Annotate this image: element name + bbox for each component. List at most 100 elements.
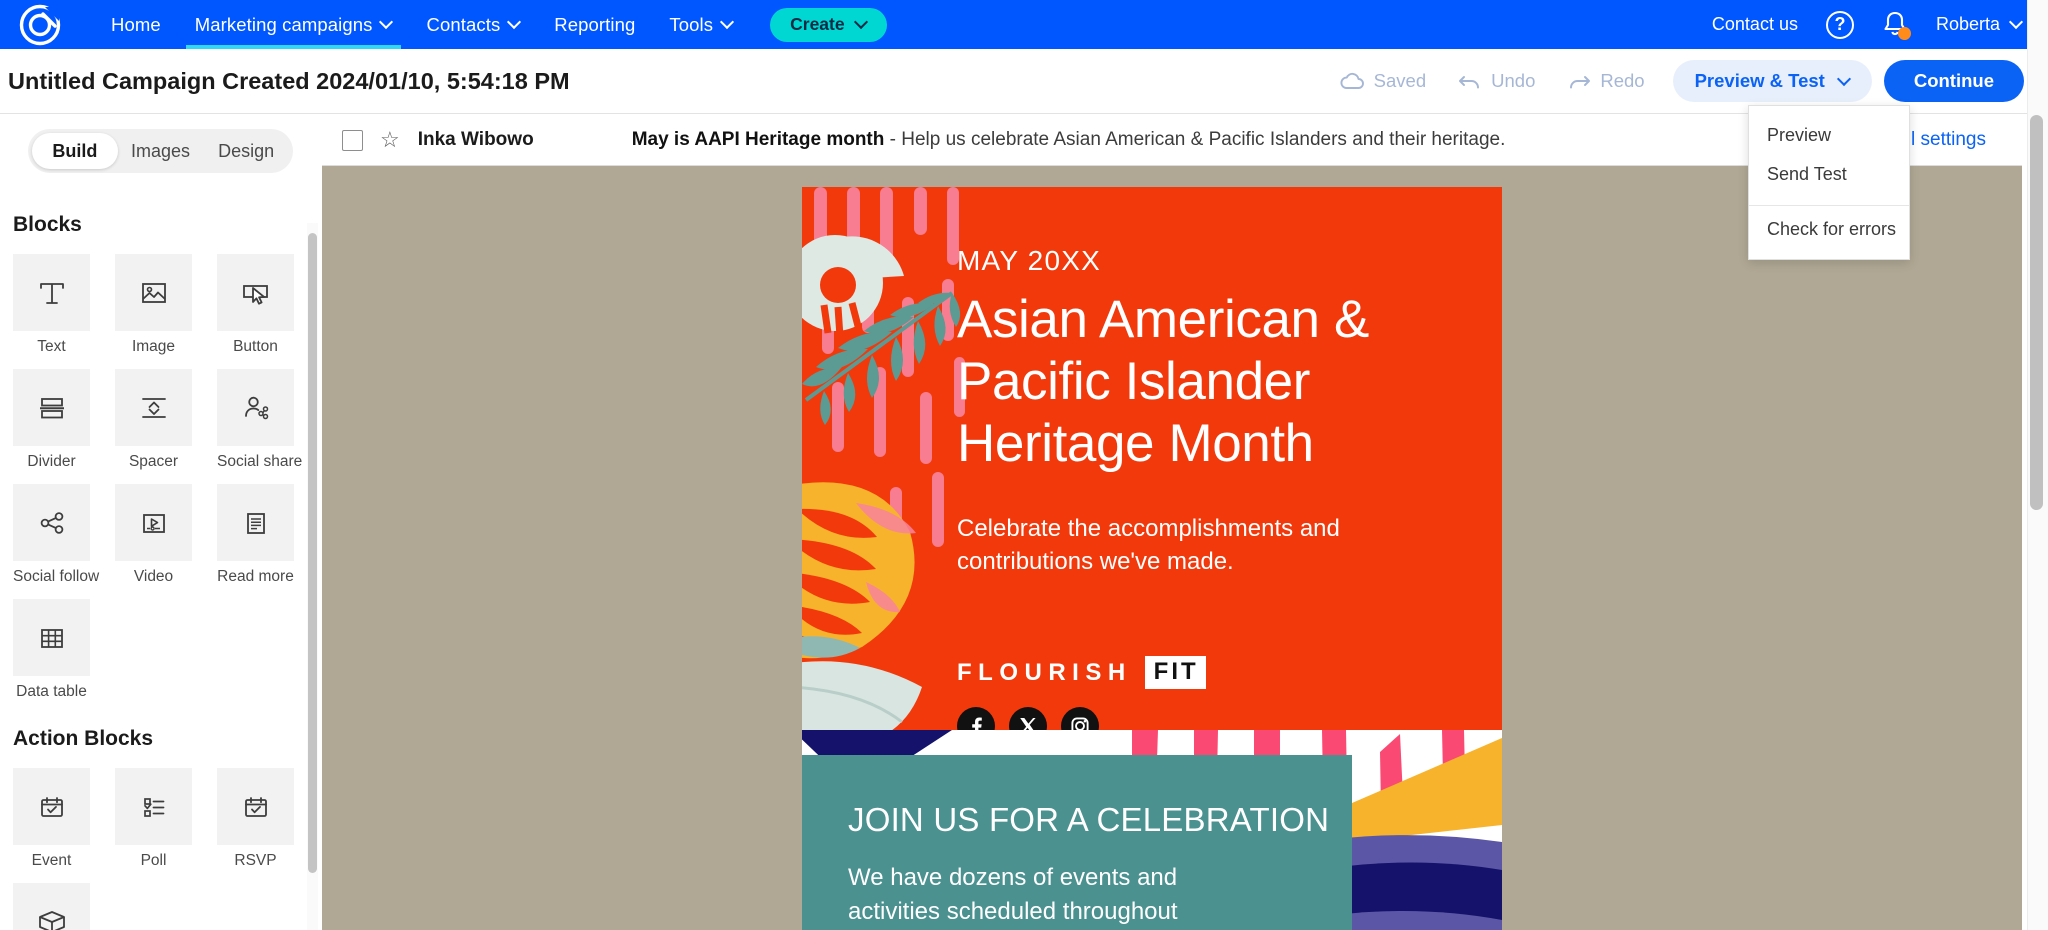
- nav-item-label: Reporting: [554, 13, 636, 35]
- cloud-icon: [1340, 72, 1364, 89]
- block-label: Social share: [217, 453, 303, 470]
- brand-name: FLOURISH: [957, 658, 1132, 686]
- hero-sub-line-2: contributions we've made.: [957, 547, 1234, 575]
- saved-status: Saved: [1324, 60, 1442, 102]
- celebration-section[interactable]: JOIN US FOR A CELEBRATION We have dozens…: [802, 730, 1502, 930]
- tab-build[interactable]: Build: [32, 133, 118, 169]
- brand-logo-lockup: FLOURISH FIT: [957, 656, 1457, 690]
- nav-item-tools[interactable]: Tools: [652, 0, 750, 49]
- sidebar-tabs: Build Images Design: [28, 129, 293, 173]
- hero-title-line-1: Asian American &: [957, 290, 1369, 349]
- nav-item-marketing-campaigns[interactable]: Marketing campaigns: [178, 0, 410, 49]
- block-label: Social follow: [13, 568, 100, 585]
- nav-item-label: Home: [111, 13, 161, 35]
- tab-images[interactable]: Images: [118, 133, 204, 169]
- block-text[interactable]: Text: [13, 254, 90, 356]
- button-icon: [217, 254, 294, 331]
- data-table-icon: [13, 599, 90, 676]
- block-divider[interactable]: Divider: [13, 369, 90, 471]
- block-spacer[interactable]: Spacer: [115, 369, 192, 471]
- action-block-rsvp[interactable]: RSVP: [217, 768, 294, 870]
- saved-label: Saved: [1373, 70, 1427, 91]
- app-root: Home Marketing campaigns Contacts Report…: [0, 0, 2048, 930]
- block-video[interactable]: Video: [115, 484, 192, 586]
- sidebar-scroll-region: Blocks Text Image Button Divider Spacer …: [0, 187, 322, 930]
- block-data-table[interactable]: Data table: [13, 599, 90, 701]
- chevron-down-icon: [856, 17, 867, 28]
- top-navigation-bar: Home Marketing campaigns Contacts Report…: [0, 0, 2048, 49]
- nav-item-reporting[interactable]: Reporting: [537, 0, 652, 49]
- notifications-bell-icon[interactable]: [1882, 10, 1911, 40]
- continue-button[interactable]: Continue: [1883, 60, 2024, 102]
- preview-and-test-button[interactable]: Preview & Test: [1672, 60, 1872, 102]
- nav-item-home[interactable]: Home: [94, 0, 178, 49]
- x-twitter-icon[interactable]: [1009, 707, 1047, 730]
- create-button-label: Create: [790, 14, 845, 34]
- action-block-product[interactable]: [13, 883, 90, 930]
- hero-content: MAY 20XX Asian American & Pacific Island…: [957, 245, 1457, 730]
- instagram-icon[interactable]: [1061, 707, 1099, 730]
- social-links-row: [957, 707, 1457, 730]
- user-menu[interactable]: Roberta: [1936, 14, 2022, 35]
- help-icon[interactable]: ?: [1825, 10, 1854, 39]
- hero-section[interactable]: MAY 20XX Asian American & Pacific Island…: [802, 187, 1502, 730]
- sender-name: Inka Wibowo: [417, 129, 534, 150]
- block-label: RSVP: [234, 852, 277, 869]
- block-label: Divider: [27, 453, 76, 470]
- block-label: Data table: [16, 683, 87, 700]
- menu-item-check-for-errors[interactable]: Check for errors: [1749, 210, 1909, 249]
- product-box-icon: [13, 883, 90, 930]
- hero-title-line-2: Pacific Islander: [957, 352, 1310, 411]
- hero-sub-line-1: Celebrate the accomplishments and: [957, 515, 1340, 542]
- create-button[interactable]: Create: [770, 7, 887, 42]
- sidebar-scrollbar-thumb[interactable]: [308, 233, 317, 873]
- preview-test-dropdown-menu: Preview Send Test Check for errors: [1748, 105, 1910, 260]
- contact-us-link[interactable]: Contact us: [1712, 14, 1798, 35]
- block-read-more[interactable]: Read more: [217, 484, 294, 586]
- editor-sidebar: Build Images Design Blocks Text Image Bu…: [0, 115, 322, 930]
- block-button[interactable]: Button: [217, 254, 294, 356]
- undo-arrow-icon: [1459, 76, 1480, 89]
- redo-label: Redo: [1600, 70, 1645, 91]
- continue-label: Continue: [1913, 70, 1994, 91]
- chevron-down-icon: [1839, 74, 1850, 85]
- select-checkbox[interactable]: [342, 129, 363, 151]
- block-label: Read more: [217, 568, 294, 585]
- block-social-follow[interactable]: Social follow: [13, 484, 100, 586]
- email-preview-area: MAY 20XX Asian American & Pacific Island…: [322, 166, 2022, 930]
- action-blocks-grid: Event Poll RSVP: [13, 768, 322, 930]
- blocks-heading: Blocks: [13, 213, 82, 236]
- chevron-down-icon: [722, 17, 733, 28]
- redo-button[interactable]: Redo: [1551, 60, 1660, 102]
- facebook-icon[interactable]: [957, 707, 995, 730]
- celebration-card: JOIN US FOR A CELEBRATION We have dozens…: [802, 755, 1352, 930]
- chevron-down-icon: [381, 17, 392, 28]
- tab-design[interactable]: Design: [203, 133, 289, 169]
- celebration-text-line-2: activities scheduled throughout: [848, 898, 1178, 926]
- action-block-event[interactable]: Event: [13, 768, 90, 870]
- nav-item-label: Tools: [669, 13, 714, 35]
- action-block-poll[interactable]: Poll: [115, 768, 192, 870]
- text-icon: [13, 254, 90, 331]
- hero-subtext: Celebrate the accomplishments and contri…: [957, 513, 1457, 578]
- undo-button[interactable]: Undo: [1442, 60, 1551, 102]
- menu-item-preview[interactable]: Preview: [1749, 116, 1909, 155]
- blocks-grid: Text Image Button Divider Spacer Social …: [13, 254, 322, 701]
- block-social-share[interactable]: Social share: [217, 369, 303, 471]
- social-share-icon: [217, 369, 294, 446]
- page-scrollbar-thumb[interactable]: [2030, 115, 2043, 510]
- nav-item-contacts[interactable]: Contacts: [409, 0, 537, 49]
- video-icon: [115, 484, 192, 561]
- rsvp-calendar-icon: [217, 768, 294, 845]
- social-follow-icon: [13, 484, 90, 561]
- menu-item-send-test[interactable]: Send Test: [1749, 155, 1909, 194]
- star-icon[interactable]: ☆: [380, 127, 400, 153]
- block-label: Image: [131, 338, 176, 355]
- chevron-down-icon: [2011, 17, 2022, 28]
- hero-title-line-3: Heritage Month: [957, 414, 1314, 473]
- email-body: MAY 20XX Asian American & Pacific Island…: [802, 187, 1502, 930]
- block-image[interactable]: Image: [115, 254, 192, 356]
- divider-icon: [13, 369, 90, 446]
- help-glyph: ?: [1834, 14, 1846, 34]
- constant-contact-logo-icon[interactable]: [8, 4, 72, 46]
